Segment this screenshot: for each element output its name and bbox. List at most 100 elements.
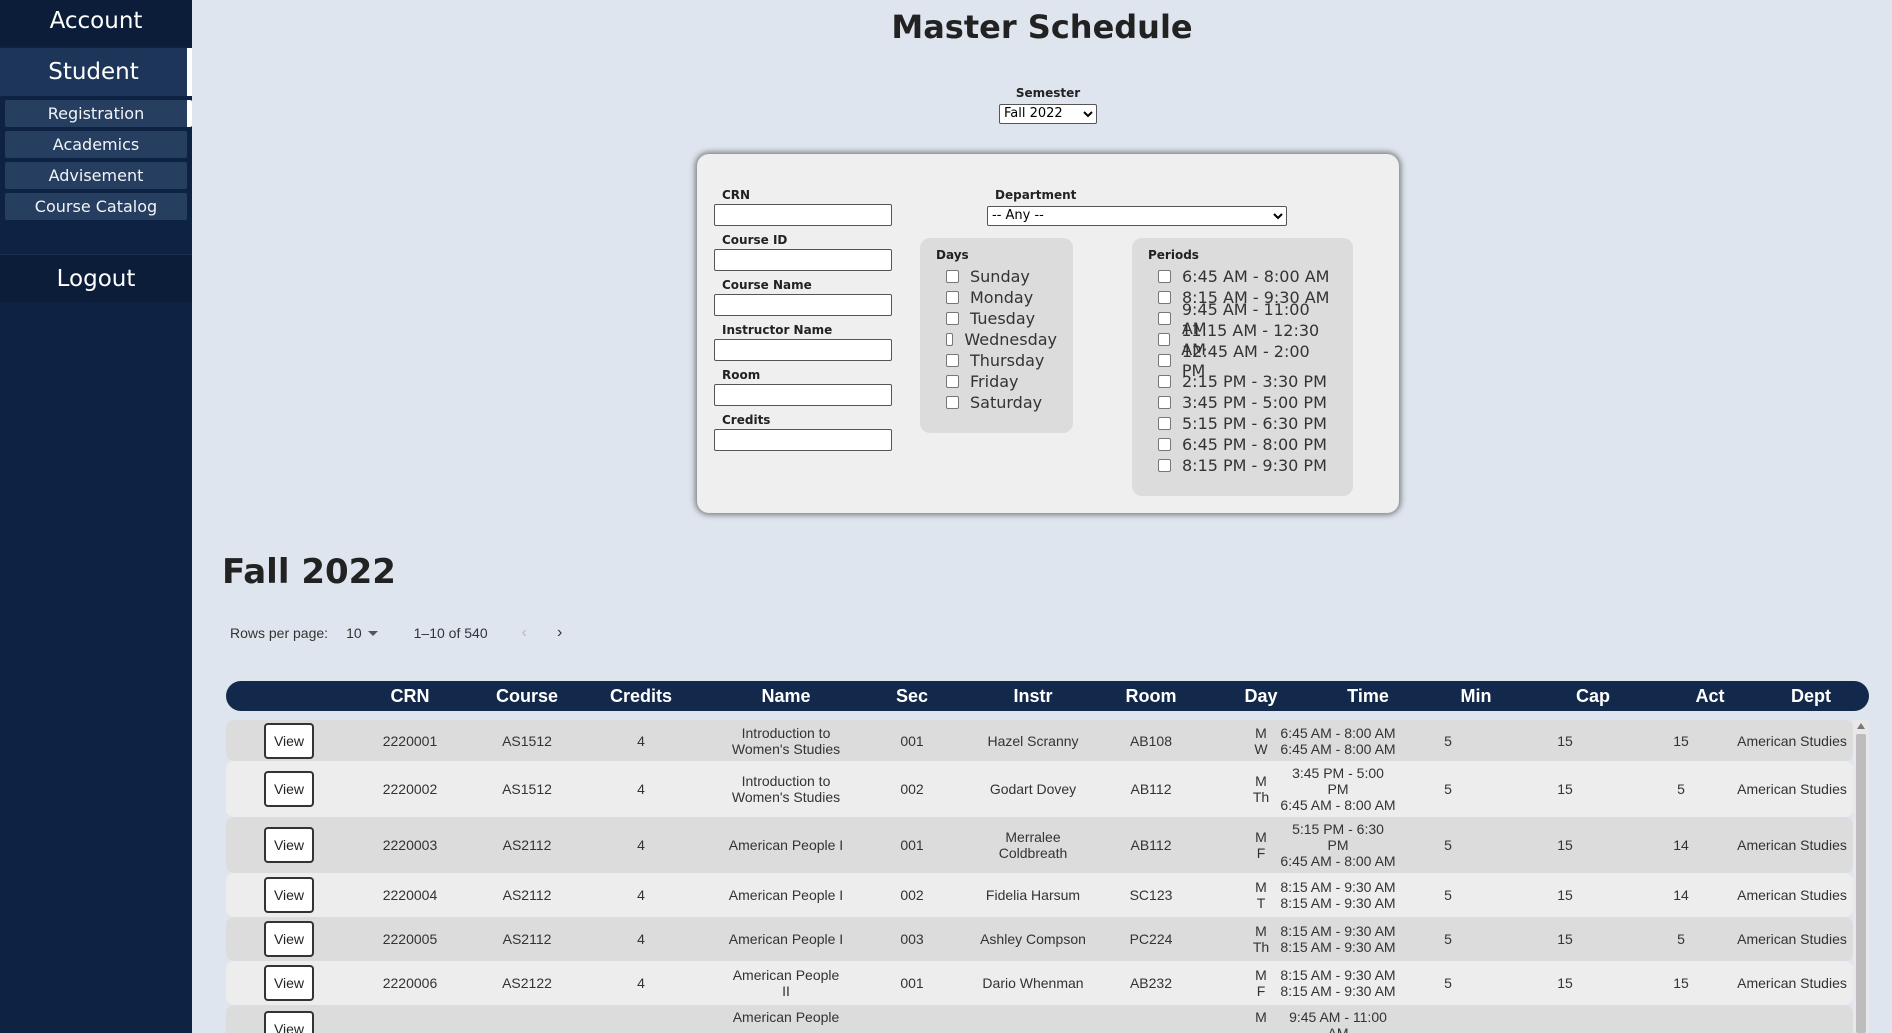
periods-group: Periods 6:45 AM - 8:00 AM 8:15 AM - 9:30… bbox=[1132, 238, 1353, 496]
period-option[interactable]: 8:15 PM - 9:30 PM bbox=[1148, 455, 1337, 476]
checkbox[interactable] bbox=[1158, 312, 1171, 325]
day-label: Tuesday bbox=[970, 309, 1036, 328]
period-option[interactable]: 3:45 PM - 5:00 PM bbox=[1148, 392, 1337, 413]
scrollbar-thumb[interactable] bbox=[1856, 734, 1866, 1033]
checkbox[interactable] bbox=[1158, 459, 1171, 472]
checkbox[interactable] bbox=[1158, 417, 1171, 430]
sidebar-student[interactable]: Student bbox=[0, 48, 192, 96]
view-button[interactable]: View bbox=[264, 827, 314, 863]
instructor-input[interactable] bbox=[714, 339, 892, 361]
day-option[interactable]: Friday bbox=[936, 371, 1057, 392]
period-option[interactable]: 2:15 PM - 3:30 PM bbox=[1148, 371, 1337, 392]
header-course[interactable]: Course bbox=[472, 681, 582, 711]
header-room[interactable]: Room bbox=[1096, 681, 1206, 711]
cell-sec: 003 bbox=[900, 931, 924, 947]
checkbox[interactable] bbox=[1158, 270, 1171, 283]
sidebar-item-academics[interactable]: Academics bbox=[5, 131, 187, 158]
day-label: Thursday bbox=[970, 351, 1045, 370]
checkbox[interactable] bbox=[946, 396, 959, 409]
header-act[interactable]: Act bbox=[1665, 681, 1755, 711]
header-cap[interactable]: Cap bbox=[1548, 681, 1638, 711]
crn-input[interactable] bbox=[714, 204, 892, 226]
header-credits[interactable]: Credits bbox=[586, 681, 696, 711]
header-time[interactable]: Time bbox=[1293, 681, 1443, 711]
checkbox[interactable] bbox=[1158, 354, 1171, 367]
day-option[interactable]: Sunday bbox=[936, 266, 1057, 287]
cell-act: 14 bbox=[1673, 837, 1689, 853]
checkbox[interactable] bbox=[946, 375, 959, 388]
checkbox[interactable] bbox=[946, 312, 959, 325]
sidebar-logout[interactable]: Logout bbox=[0, 254, 192, 302]
period-option[interactable]: 6:45 PM - 8:00 PM bbox=[1148, 434, 1337, 455]
time-line: 5:15 PM - 6:30 bbox=[1292, 821, 1384, 837]
period-option[interactable]: 12:45 AM - 2:00 PM bbox=[1148, 342, 1337, 380]
header-dept[interactable]: Dept bbox=[1756, 681, 1866, 711]
sidebar-item-registration[interactable]: Registration bbox=[5, 100, 192, 127]
period-option[interactable]: 5:15 PM - 6:30 PM bbox=[1148, 413, 1337, 434]
day-option[interactable]: Tuesday bbox=[936, 308, 1057, 329]
sidebar-item-course-catalog[interactable]: Course Catalog bbox=[5, 193, 187, 220]
checkbox[interactable] bbox=[1158, 291, 1171, 304]
period-option[interactable]: 6:45 AM - 8:00 AM bbox=[1148, 266, 1337, 287]
checkbox[interactable] bbox=[1158, 396, 1171, 409]
semester-select[interactable]: Fall 2022 bbox=[999, 103, 1097, 124]
day-option[interactable]: Monday bbox=[936, 287, 1057, 308]
rows-per-page-label: Rows per page: bbox=[230, 625, 329, 641]
checkbox[interactable] bbox=[1158, 438, 1171, 451]
time-line: 6:45 AM - 8:00 AM bbox=[1280, 797, 1396, 813]
day-label: Friday bbox=[970, 372, 1019, 391]
time-line: 8:15 AM - 9:30 AM bbox=[1280, 923, 1396, 939]
table-scrollbar[interactable] bbox=[1853, 720, 1869, 1033]
prev-page-icon[interactable]: ‹ bbox=[522, 624, 527, 642]
cell-sec: 001 bbox=[900, 975, 924, 991]
cell-action: View bbox=[226, 761, 352, 817]
cell-time: 5:15 PM - 6:30 PM 6:45 AM - 8:00 AM bbox=[1273, 817, 1403, 873]
name-line: American People I bbox=[728, 837, 844, 853]
day-line: M bbox=[1255, 773, 1267, 789]
view-button[interactable]: View bbox=[264, 921, 314, 957]
checkbox[interactable] bbox=[946, 354, 959, 367]
cell-course: AS2112 bbox=[502, 887, 552, 903]
day-line: Th bbox=[1252, 789, 1270, 805]
next-page-icon[interactable]: › bbox=[557, 624, 562, 642]
day-line: M bbox=[1255, 879, 1267, 895]
checkbox[interactable] bbox=[1158, 333, 1171, 346]
rows-per-page-select[interactable]: 10 bbox=[346, 625, 378, 641]
credits-input[interactable] bbox=[714, 429, 892, 451]
view-button[interactable]: View bbox=[264, 771, 314, 807]
header-crn[interactable]: CRN bbox=[360, 681, 460, 711]
header-sec[interactable]: Sec bbox=[862, 681, 962, 711]
time-line: 8:15 AM - 9:30 AM bbox=[1280, 983, 1396, 999]
sidebar-account[interactable]: Account bbox=[0, 0, 192, 46]
course-id-input[interactable] bbox=[714, 249, 892, 271]
scroll-up-icon[interactable] bbox=[1857, 723, 1865, 729]
header-instr[interactable]: Instr bbox=[963, 681, 1103, 711]
checkbox[interactable] bbox=[946, 333, 954, 346]
checkbox[interactable] bbox=[946, 270, 959, 283]
cell-course: AS1512 bbox=[502, 781, 552, 797]
cell-min: 5 bbox=[1444, 975, 1452, 991]
cell-cap: 15 bbox=[1557, 781, 1573, 797]
view-button[interactable]: View bbox=[264, 722, 314, 759]
course-name-input[interactable] bbox=[714, 294, 892, 316]
rows-per-page-value: 10 bbox=[346, 625, 362, 641]
day-option[interactable]: Saturday bbox=[936, 392, 1057, 413]
day-option[interactable]: Wednesday bbox=[936, 329, 1057, 350]
day-option[interactable]: Thursday bbox=[936, 350, 1057, 371]
department-label: Department bbox=[995, 188, 1077, 202]
checkbox[interactable] bbox=[1158, 375, 1171, 388]
header-name[interactable]: Name bbox=[696, 681, 876, 711]
cell-course: AS2122 bbox=[502, 975, 552, 991]
view-button[interactable]: View bbox=[264, 1011, 314, 1033]
room-input[interactable] bbox=[714, 384, 892, 406]
department-select[interactable]: -- Any -- bbox=[987, 205, 1287, 226]
view-button[interactable]: View bbox=[264, 877, 314, 913]
cell-credits: 4 bbox=[637, 837, 645, 853]
cell-crn: 2220006 bbox=[382, 975, 438, 991]
cell-cap: 15 bbox=[1557, 931, 1573, 947]
header-min[interactable]: Min bbox=[1431, 681, 1521, 711]
table-row: View 2220006 AS2122 4 American People II … bbox=[226, 961, 1853, 1005]
checkbox[interactable] bbox=[946, 291, 959, 304]
view-button[interactable]: View bbox=[264, 965, 314, 1001]
sidebar-item-advisement[interactable]: Advisement bbox=[5, 162, 187, 189]
